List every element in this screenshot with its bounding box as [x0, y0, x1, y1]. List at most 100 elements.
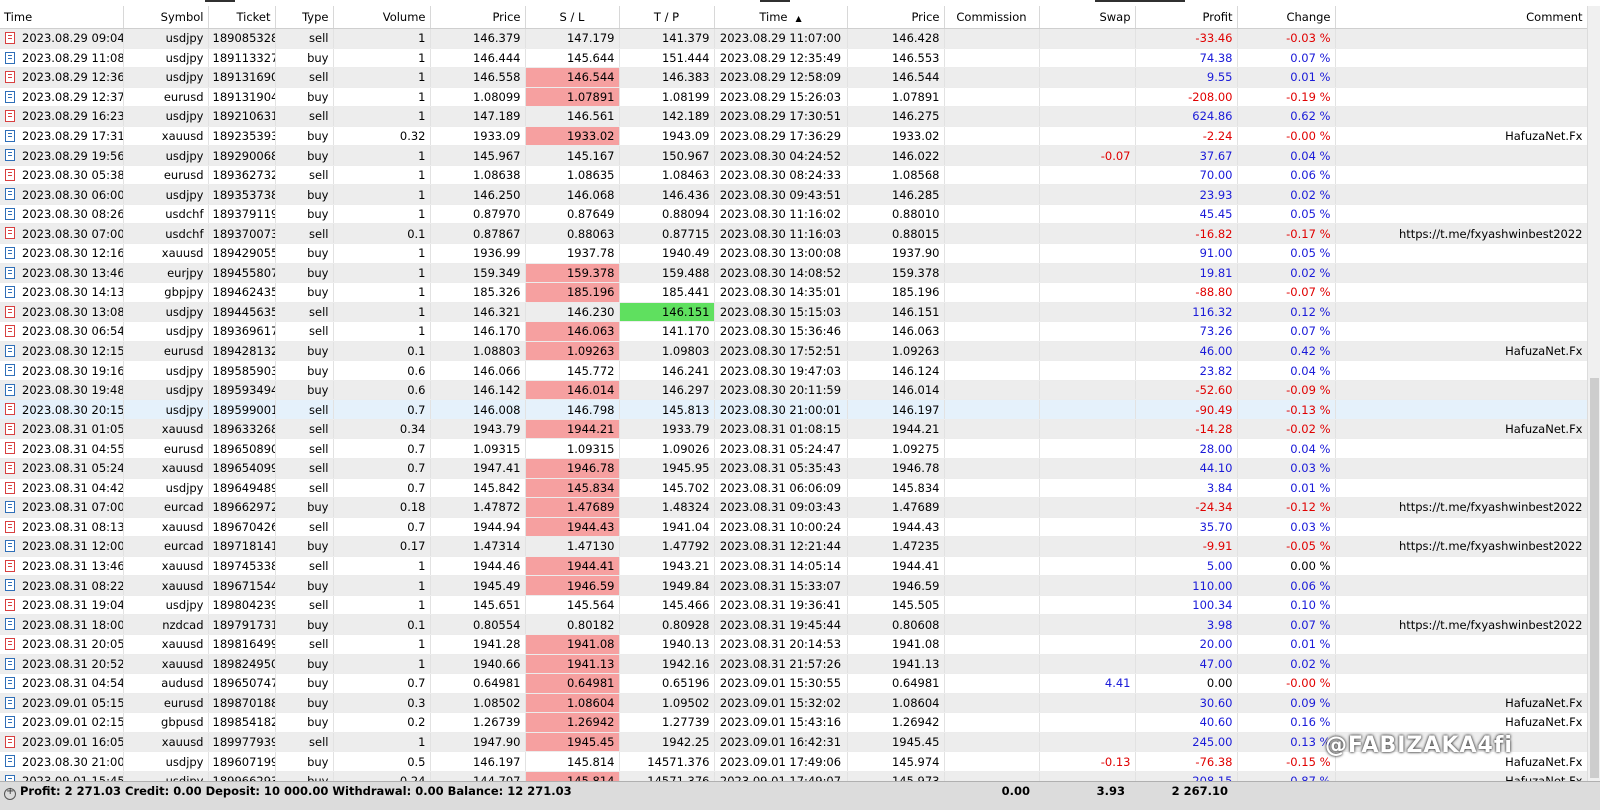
watermark: @FABIZAKA4fi	[1325, 733, 1513, 758]
cell-sl: 1945.45	[525, 732, 620, 753]
cell-close-price: 0.88015	[847, 223, 945, 245]
col-header-profit[interactable]: Profit	[1135, 6, 1238, 29]
table-row[interactable]: 2023.08.29 12:37:24eurusd1891319040buy11…	[0, 87, 1588, 108]
cell-open-time: 2023.09.01 02:15:47	[0, 712, 124, 733]
sell-order-icon	[5, 559, 15, 572]
table-row[interactable]: 2023.08.29 11:08:00usdjpy1891133271buy11…	[0, 48, 1588, 69]
buy-order-icon	[5, 618, 15, 631]
col-header-change[interactable]: Change	[1237, 6, 1336, 29]
cell-close-price: 145.505	[847, 595, 945, 616]
table-row[interactable]: 2023.08.30 07:00:00usdchf1893700734sell0…	[0, 223, 1588, 245]
table-row[interactable]: 2023.08.30 06:00:07usdjpy1893537383buy11…	[0, 184, 1588, 205]
open-time-text: 2023.09.01 16:05:18	[22, 734, 122, 749]
cell-ticket: 1891133271	[208, 48, 276, 69]
buy-order-icon	[5, 696, 15, 709]
table-row[interactable]: 2023.08.30 06:54:00usdjpy1893696173sell1…	[0, 321, 1588, 342]
col-header-type[interactable]: Type	[275, 6, 334, 29]
table-row[interactable]: 2023.08.31 13:46:40xauusd1897453383sell1…	[0, 556, 1588, 577]
col-header-sl[interactable]: S / L	[525, 6, 620, 29]
cell-commission	[944, 536, 1040, 557]
cell-sl: 1.47689	[525, 497, 620, 518]
cell-tp: 1942.16	[619, 654, 715, 675]
cell-sl: 146.014	[525, 380, 620, 401]
cell-tp: 1940.49	[619, 243, 715, 264]
cell-change: 0.04 %	[1237, 438, 1336, 460]
cell-close-price: 146.197	[847, 399, 945, 420]
cell-comment	[1335, 673, 1588, 694]
col-header-open-price[interactable]: Price	[430, 6, 526, 29]
table-row[interactable]: 2023.08.31 12:00:01eurcad1897181418buy0.…	[0, 536, 1588, 557]
cell-close-price: 146.151	[847, 302, 945, 323]
cell-open-time: 2023.08.30 14:13:18	[0, 282, 124, 303]
cell-swap	[1039, 556, 1136, 577]
cell-volume: 0.7	[333, 438, 431, 460]
cell-comment	[1335, 380, 1588, 401]
table-row[interactable]: 2023.08.30 20:15:19usdjpy1895990015sell0…	[0, 399, 1588, 420]
cell-ticket: 1892106317	[208, 106, 276, 127]
cell-type: buy	[275, 282, 334, 303]
table-row[interactable]: 2023.08.30 19:16:41usdjpy1895859031buy0.…	[0, 360, 1588, 381]
summary-text: Profit: 2 271.03 Credit: 0.00 Deposit: 1…	[20, 784, 572, 798]
cell-tp: 1.08463	[619, 165, 715, 186]
cell-tp: 1.09803	[619, 341, 715, 362]
cell-volume: 1	[333, 634, 431, 655]
table-row[interactable]: 2023.09.01 02:15:47gbpusd1898541827buy0.…	[0, 712, 1588, 733]
col-header-swap[interactable]: Swap	[1039, 6, 1136, 29]
table-row[interactable]: 2023.08.31 01:05:00xauusd1896332680sell0…	[0, 419, 1588, 440]
vertical-scrollbar[interactable]	[1587, 6, 1600, 781]
cell-swap	[1039, 48, 1136, 69]
cell-symbol: gbpusd	[123, 712, 209, 733]
cell-sl: 0.64981	[525, 673, 620, 694]
scrollbar-thumb[interactable]	[1590, 378, 1599, 778]
table-row[interactable]: 2023.08.31 18:00:01nzdcad1897917310buy0.…	[0, 614, 1588, 635]
cell-close-time: 2023.08.31 09:03:43	[714, 497, 848, 518]
table-row[interactable]: 2023.08.31 19:04:12usdjpy1898042391sell1…	[0, 595, 1588, 616]
col-header-close-time[interactable]: Time ▲	[714, 6, 848, 29]
cell-close-time: 2023.08.30 21:00:01	[714, 399, 848, 420]
table-row[interactable]: 2023.08.31 07:00:04eurcad1896629728buy0.…	[0, 497, 1588, 518]
cell-commission	[944, 302, 1040, 323]
table-row[interactable]: 2023.08.30 08:26:10usdchf1893791195buy10…	[0, 204, 1588, 225]
cell-symbol: xauusd	[123, 654, 209, 675]
table-row[interactable]: 2023.08.30 05:38:54eurusd1893627327sell1…	[0, 165, 1588, 186]
cell-volume: 0.7	[333, 478, 431, 499]
col-header-tp[interactable]: T / P	[619, 6, 715, 29]
col-header-open-time[interactable]: Time	[0, 6, 124, 29]
table-row[interactable]: 2023.09.01 05:15:02eurusd1898701880buy0.…	[0, 693, 1588, 714]
table-row[interactable]: 2023.08.29 17:31:50xauusd1892353932buy0.…	[0, 126, 1588, 147]
cell-comment	[1335, 263, 1588, 284]
table-row[interactable]: 2023.08.29 19:56:00usdjpy1892900684buy11…	[0, 145, 1588, 166]
table-row[interactable]: 2023.08.31 20:05:47xauusd1898164999sell1…	[0, 634, 1588, 655]
col-header-commission[interactable]: Commission	[944, 6, 1040, 29]
table-row[interactable]: 2023.08.29 16:23:02usdjpy1892106317sell1…	[0, 106, 1588, 127]
open-time-text: 2023.08.29 12:36:07	[22, 70, 122, 85]
table-row[interactable]: 2023.08.30 13:08:11usdjpy1894456351sell1…	[0, 302, 1588, 323]
cell-close-time: 2023.09.01 15:32:02	[714, 693, 848, 714]
table-row[interactable]: 2023.08.30 12:15:00eurusd1894281328buy0.…	[0, 341, 1588, 362]
table-row[interactable]: 2023.08.29 09:04:00usdjpy1890853284sell1…	[0, 28, 1588, 49]
table-row[interactable]: 2023.08.29 12:36:07usdjpy1891316901sell1…	[0, 67, 1588, 88]
cell-type: buy	[275, 360, 334, 381]
cell-open-time: 2023.08.31 04:54:26	[0, 673, 124, 694]
table-row[interactable]: 2023.08.31 05:24:09xauusd1896540991sell0…	[0, 458, 1588, 479]
cell-volume: 1	[333, 282, 431, 303]
table-row[interactable]: 2023.08.30 19:48:33usdjpy1895934949buy0.…	[0, 380, 1588, 401]
table-row[interactable]: 2023.08.30 12:16:55xauusd1894290559buy11…	[0, 243, 1588, 264]
cell-open-time: 2023.08.30 06:54:00	[0, 321, 124, 342]
table-row[interactable]: 2023.08.31 08:13:41xauusd1896704260sell0…	[0, 517, 1588, 538]
expand-icon[interactable]	[4, 786, 16, 800]
table-row[interactable]: 2023.08.31 04:55:30eurusd1896508901sell0…	[0, 438, 1588, 460]
col-header-comment[interactable]: Comment	[1335, 6, 1588, 29]
col-header-volume[interactable]: Volume	[333, 6, 431, 29]
col-header-close-price[interactable]: Price	[847, 6, 945, 29]
table-row[interactable]: 2023.08.31 04:42:22usdjpy1896494898sell0…	[0, 478, 1588, 499]
table-row[interactable]: 2023.08.31 20:52:32xauusd1898249508buy11…	[0, 654, 1588, 675]
cell-change: 0.04 %	[1237, 360, 1336, 381]
table-row[interactable]: 2023.08.30 13:46:58eurjpy1894558070buy11…	[0, 263, 1588, 284]
buy-order-icon	[5, 579, 15, 592]
table-row[interactable]: 2023.08.31 08:22:11xauusd1896715440buy11…	[0, 575, 1588, 596]
col-header-symbol[interactable]: Symbol	[123, 6, 209, 29]
table-row[interactable]: 2023.08.31 04:54:26audusd1896507478buy0.…	[0, 673, 1588, 694]
col-header-ticket[interactable]: Ticket	[208, 6, 276, 29]
table-row[interactable]: 2023.08.30 14:13:18gbpjpy1894624357buy11…	[0, 282, 1588, 303]
